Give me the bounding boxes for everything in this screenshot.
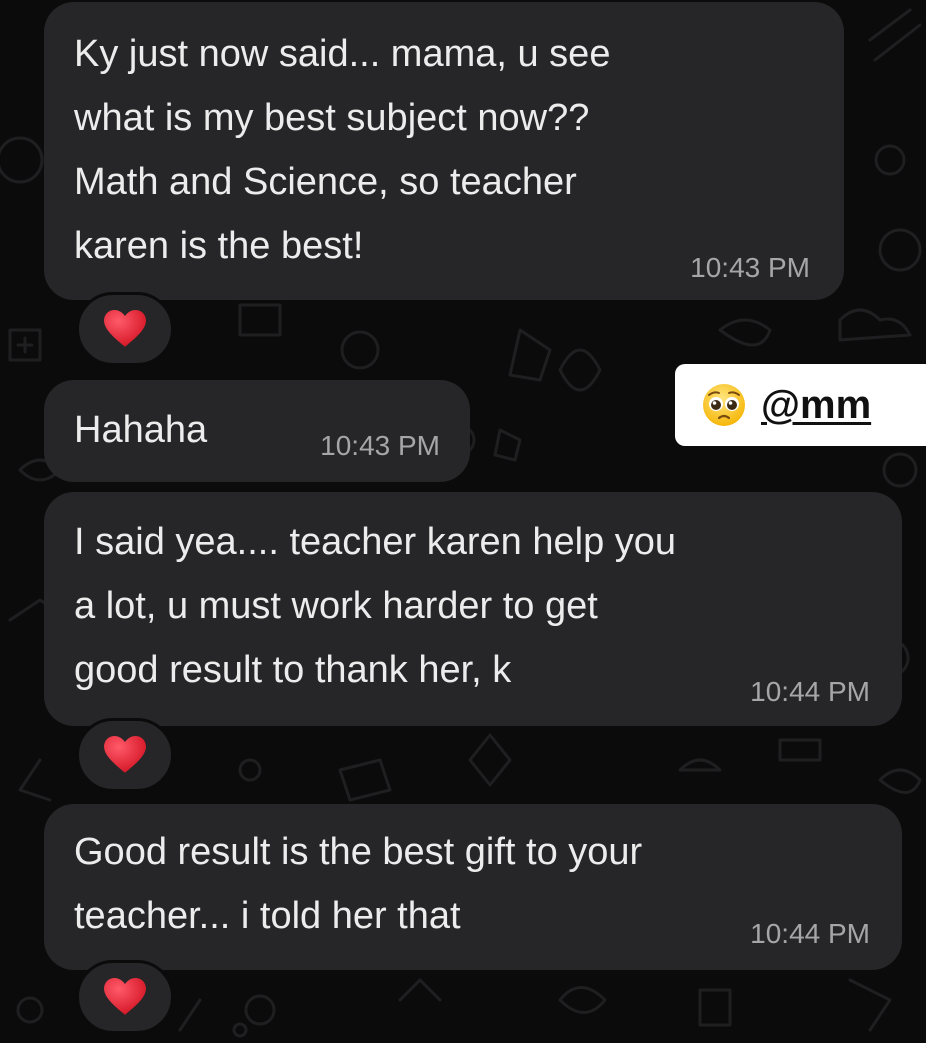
message-text: Hahaha <box>74 409 208 451</box>
message-reaction[interactable] <box>76 292 174 366</box>
message-timestamp: 10:43 PM <box>320 430 440 461</box>
message-bubble[interactable]: Hahaha 10:43 PM <box>44 380 470 482</box>
message-timestamp: 10:43 PM <box>690 252 810 283</box>
heart-icon <box>104 978 146 1015</box>
heart-icon <box>104 736 146 773</box>
heart-icon <box>104 310 146 347</box>
message-bubble[interactable]: I said yea.... teacher karen help you a … <box>44 492 902 726</box>
message-reaction[interactable] <box>76 960 174 1034</box>
mention-sticker[interactable]: @mm <box>675 364 926 446</box>
message-bubble[interactable]: Good result is the best gift to your tea… <box>44 804 902 970</box>
mention-handle[interactable]: @mm <box>761 383 871 428</box>
message-text: Good result is the best gift to your tea… <box>74 831 643 937</box>
message-text: Ky just now said... mama, u see what is … <box>74 33 611 267</box>
message-reaction[interactable] <box>76 718 174 792</box>
message-bubble[interactable]: Ky just now said... mama, u see what is … <box>44 2 844 300</box>
message-timestamp: 10:44 PM <box>750 676 870 707</box>
message-text: I said yea.... teacher karen help you a … <box>74 521 677 691</box>
message-timestamp: 10:44 PM <box>750 918 870 949</box>
pleading-face-icon <box>703 384 745 426</box>
